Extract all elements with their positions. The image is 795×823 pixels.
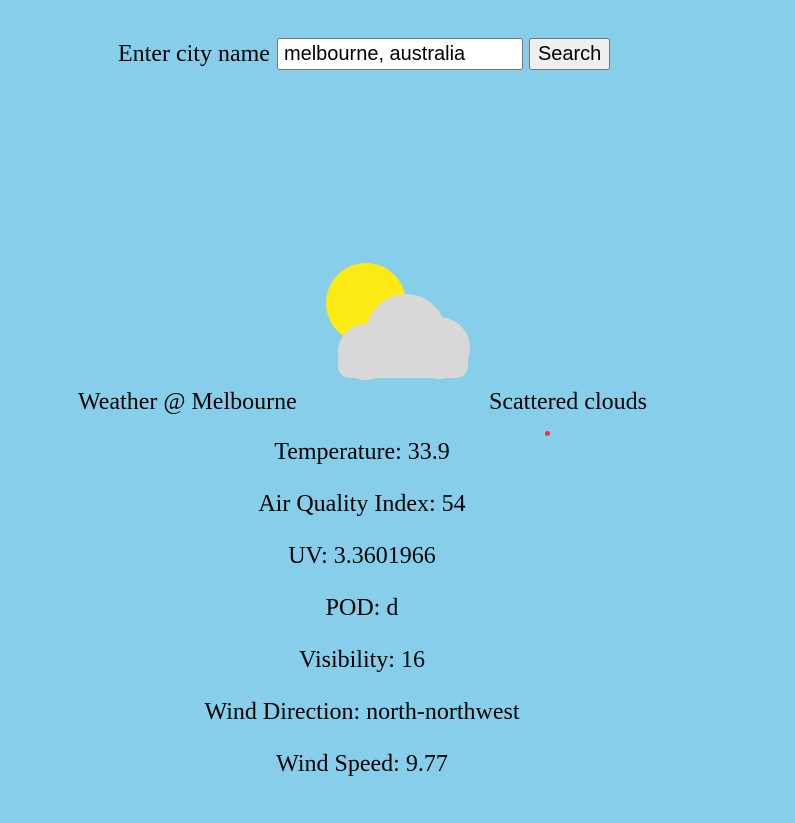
wind-speed-text: Wind Speed: 9.77 [276,751,448,777]
visibility-text: Visibility: 16 [299,647,425,673]
red-dot-marker [545,431,550,436]
pod-text: POD: d [325,595,399,621]
weather-location-heading: Weather @ Melbourne [78,389,297,415]
search-bar: Enter city name Search [118,37,611,71]
air-quality-text: Air Quality Index: 54 [258,491,466,517]
sun-behind-cloud-icon [326,263,470,380]
city-search-input[interactable] [276,38,523,70]
uv-text: UV: 3.3601966 [288,543,436,569]
search-button[interactable]: Search [528,38,611,70]
wind-direction-text: Wind Direction: north-northwest [204,699,520,725]
search-label: Enter city name [118,41,270,67]
weather-details: Temperature: 33.9 Air Quality Index: 54 … [0,438,724,802]
weather-description: Scattered clouds [489,389,647,415]
temperature-text: Temperature: 33.9 [274,439,450,465]
weather-page: Enter city name Search Weather @ Melbour… [0,0,795,823]
